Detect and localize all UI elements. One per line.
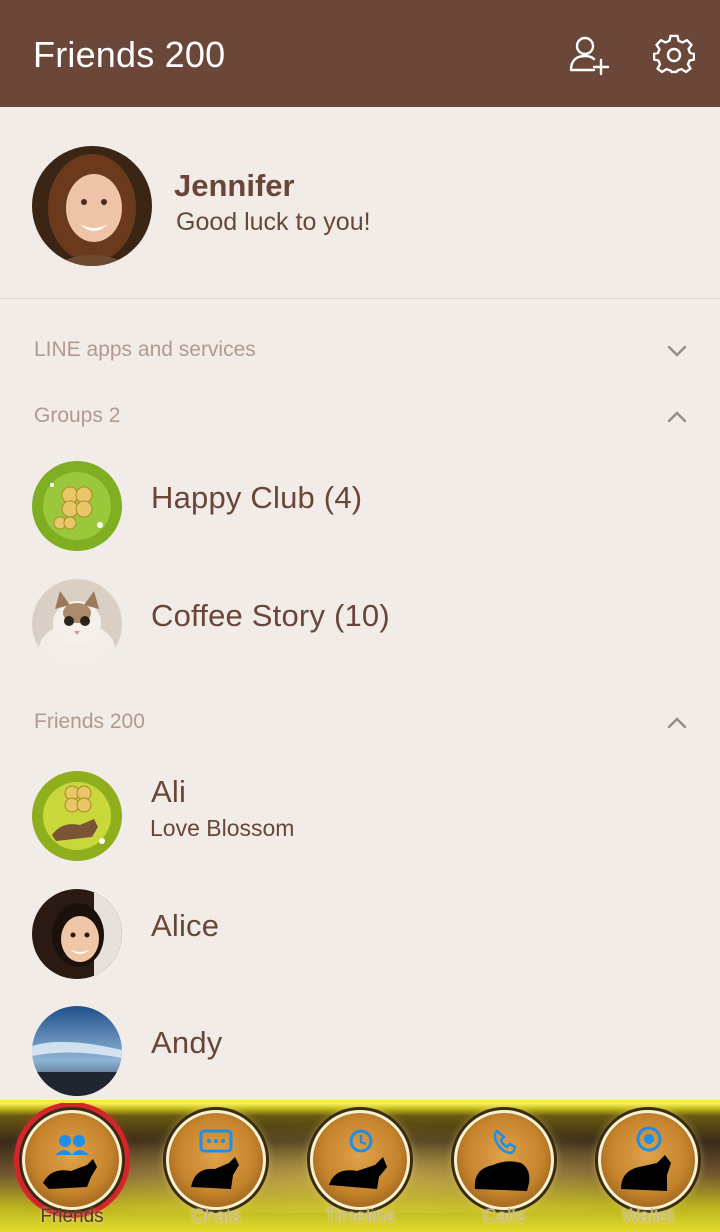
group-name: Coffee Story (10)	[151, 598, 390, 633]
add-friend-icon[interactable]	[568, 34, 610, 76]
group-name: Happy Club (4)	[151, 480, 363, 515]
section-groups[interactable]: Groups 2	[0, 396, 720, 436]
friend-row[interactable]: Alice	[0, 876, 720, 986]
tab-calls[interactable]: Calls	[432, 1103, 576, 1232]
tab-timeline[interactable]: Timeline	[288, 1103, 432, 1232]
tab-label: Chats	[191, 1206, 241, 1227]
clock-icon	[310, 1110, 410, 1210]
section-label: Friends 200	[34, 710, 145, 733]
profile-name: Jennifer	[174, 168, 295, 203]
wallet-icon	[598, 1110, 698, 1210]
section-line-services[interactable]: LINE apps and services	[0, 330, 720, 370]
bottom-tab-bar: Friends Chats Timeline Calls Wallet	[0, 1100, 720, 1232]
profile-avatar[interactable]	[32, 146, 152, 266]
group-avatar	[32, 579, 122, 669]
friend-avatar	[32, 1006, 122, 1096]
header-bar: Friends 200	[0, 0, 720, 107]
friend-name: Alice	[151, 908, 220, 943]
friend-status: Love Blossom	[150, 815, 295, 841]
chevron-up-icon	[667, 411, 687, 423]
my-profile[interactable]: Jennifer Good luck to you!	[0, 107, 720, 299]
phone-icon	[454, 1110, 554, 1210]
tab-friends[interactable]: Friends	[0, 1103, 144, 1232]
gear-icon[interactable]	[652, 34, 696, 76]
group-row[interactable]: Happy Club (4)	[0, 448, 720, 558]
section-label: LINE apps and services	[34, 338, 256, 361]
section-friends[interactable]: Friends 200	[0, 702, 720, 742]
friend-name: Ali	[151, 774, 187, 809]
chat-icon	[166, 1110, 266, 1210]
friend-avatar	[32, 889, 122, 979]
page-title: Friends 200	[33, 34, 226, 75]
group-avatar	[32, 461, 122, 551]
tab-chats[interactable]: Chats	[144, 1103, 288, 1232]
section-label: Groups 2	[34, 404, 121, 427]
tab-label: Friends	[40, 1206, 104, 1227]
friends-icon	[22, 1110, 122, 1210]
friend-row[interactable]: Andy	[0, 993, 720, 1103]
friend-name: Andy	[151, 1025, 223, 1060]
tab-label: Wallet	[621, 1206, 675, 1227]
chevron-up-icon	[667, 717, 687, 729]
chevron-down-icon	[667, 345, 687, 357]
group-row[interactable]: Coffee Story (10)	[0, 566, 720, 676]
friend-row[interactable]: Ali Love Blossom	[0, 758, 720, 868]
profile-status: Good luck to you!	[176, 208, 371, 236]
tab-wallet[interactable]: Wallet	[576, 1103, 720, 1232]
tab-label: Calls	[482, 1206, 526, 1227]
friend-avatar	[32, 771, 122, 861]
tab-label: Timeline	[324, 1206, 396, 1227]
